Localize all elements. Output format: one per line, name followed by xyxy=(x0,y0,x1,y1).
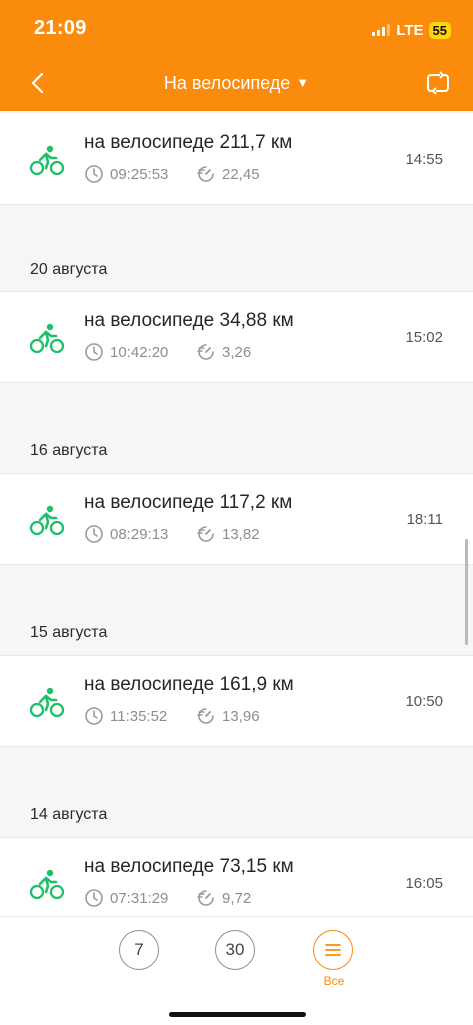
bicycle-icon xyxy=(29,687,65,718)
speed-icon xyxy=(197,708,214,724)
header-bar: 21:09 LTE 55 На велосипеде ▼ xyxy=(0,0,473,111)
filter-30-label: 30 xyxy=(225,940,245,959)
date-header: 14 августа xyxy=(30,806,108,823)
network-label: LTE xyxy=(396,21,424,39)
activity-duration: 09:25:53 xyxy=(110,165,169,183)
sync-icon[interactable] xyxy=(425,70,451,96)
filter-30-button[interactable]: 30 xyxy=(215,930,255,970)
speed-icon xyxy=(197,344,214,360)
bicycle-icon xyxy=(29,145,65,176)
activity-duration: 11:35:52 xyxy=(110,707,168,725)
activity-start-time: 16:05 xyxy=(405,875,443,892)
signal-icon xyxy=(372,24,391,36)
clock-icon xyxy=(85,889,103,907)
activity-start-time: 15:02 xyxy=(405,329,443,346)
bottom-filter-bar: 7 30 Все xyxy=(0,916,473,1025)
date-header: 20 августа xyxy=(30,261,108,278)
list-icon xyxy=(325,944,341,956)
status-indicators: LTE 55 xyxy=(372,20,451,40)
activity-value: 13,82 xyxy=(222,525,260,543)
date-header: 16 августа xyxy=(30,442,108,459)
activity-title: на велосипеде 211,7 км xyxy=(84,132,293,153)
activity-value: 13,96 xyxy=(222,707,260,725)
bicycle-icon xyxy=(29,323,65,354)
activity-value: 3,26 xyxy=(222,343,252,361)
speed-icon xyxy=(197,166,214,182)
activity-row[interactable]: на велосипеде 117,2 км 08:29:13 13,82 18… xyxy=(0,473,473,565)
activity-duration: 10:42:20 xyxy=(110,343,169,361)
filter-7-button[interactable]: 7 xyxy=(119,930,159,970)
activity-title: на велосипеде 34,88 км xyxy=(84,310,294,331)
clock-icon xyxy=(85,343,103,361)
date-header: 15 августа xyxy=(30,624,108,641)
activity-start-time: 10:50 xyxy=(405,693,443,710)
page-title: На велосипеде xyxy=(163,73,291,93)
chevron-down-icon: ▼ xyxy=(296,75,310,90)
activity-title: на велосипеде 161,9 км xyxy=(84,674,294,695)
filter-all-button[interactable] xyxy=(313,930,353,970)
activity-title: на велосипеде 117,2 км xyxy=(84,492,293,513)
activity-duration: 07:31:29 xyxy=(110,889,169,907)
activity-row[interactable]: на велосипеде 73,15 км 07:31:29 9,72 16:… xyxy=(0,837,473,916)
activity-start-time: 14:55 xyxy=(405,151,443,168)
status-time: 21:09 xyxy=(34,17,87,39)
activity-row[interactable]: на велосипеде 211,7 км 09:25:53 22,45 14… xyxy=(0,114,473,205)
clock-icon xyxy=(85,525,103,543)
activity-row[interactable]: на велосипеде 34,88 км 10:42:20 3,26 15:… xyxy=(0,291,473,383)
activity-value: 22,45 xyxy=(222,165,260,183)
clock-icon xyxy=(85,165,103,183)
filter-all-label: Все xyxy=(323,974,345,988)
home-indicator[interactable] xyxy=(169,1012,306,1017)
activity-value: 9,72 xyxy=(222,889,252,907)
filter-7-label: 7 xyxy=(134,940,144,959)
activity-title: на велосипеде 73,15 км xyxy=(84,856,294,877)
activity-list[interactable]: на велосипеде 211,7 км 09:25:53 22,45 14… xyxy=(0,111,473,916)
bicycle-icon xyxy=(29,869,65,900)
activity-row[interactable]: на велосипеде 161,9 км 11:35:52 13,96 10… xyxy=(0,655,473,747)
clock-icon xyxy=(85,707,103,725)
bicycle-icon xyxy=(29,505,65,536)
scrollbar[interactable] xyxy=(465,539,468,645)
activity-type-dropdown[interactable]: На велосипеде ▼ xyxy=(0,73,473,94)
speed-icon xyxy=(197,890,214,906)
activity-start-time: 18:11 xyxy=(406,511,443,528)
battery-icon: 55 xyxy=(428,21,451,39)
activity-duration: 08:29:13 xyxy=(110,525,169,543)
speed-icon xyxy=(197,526,214,542)
